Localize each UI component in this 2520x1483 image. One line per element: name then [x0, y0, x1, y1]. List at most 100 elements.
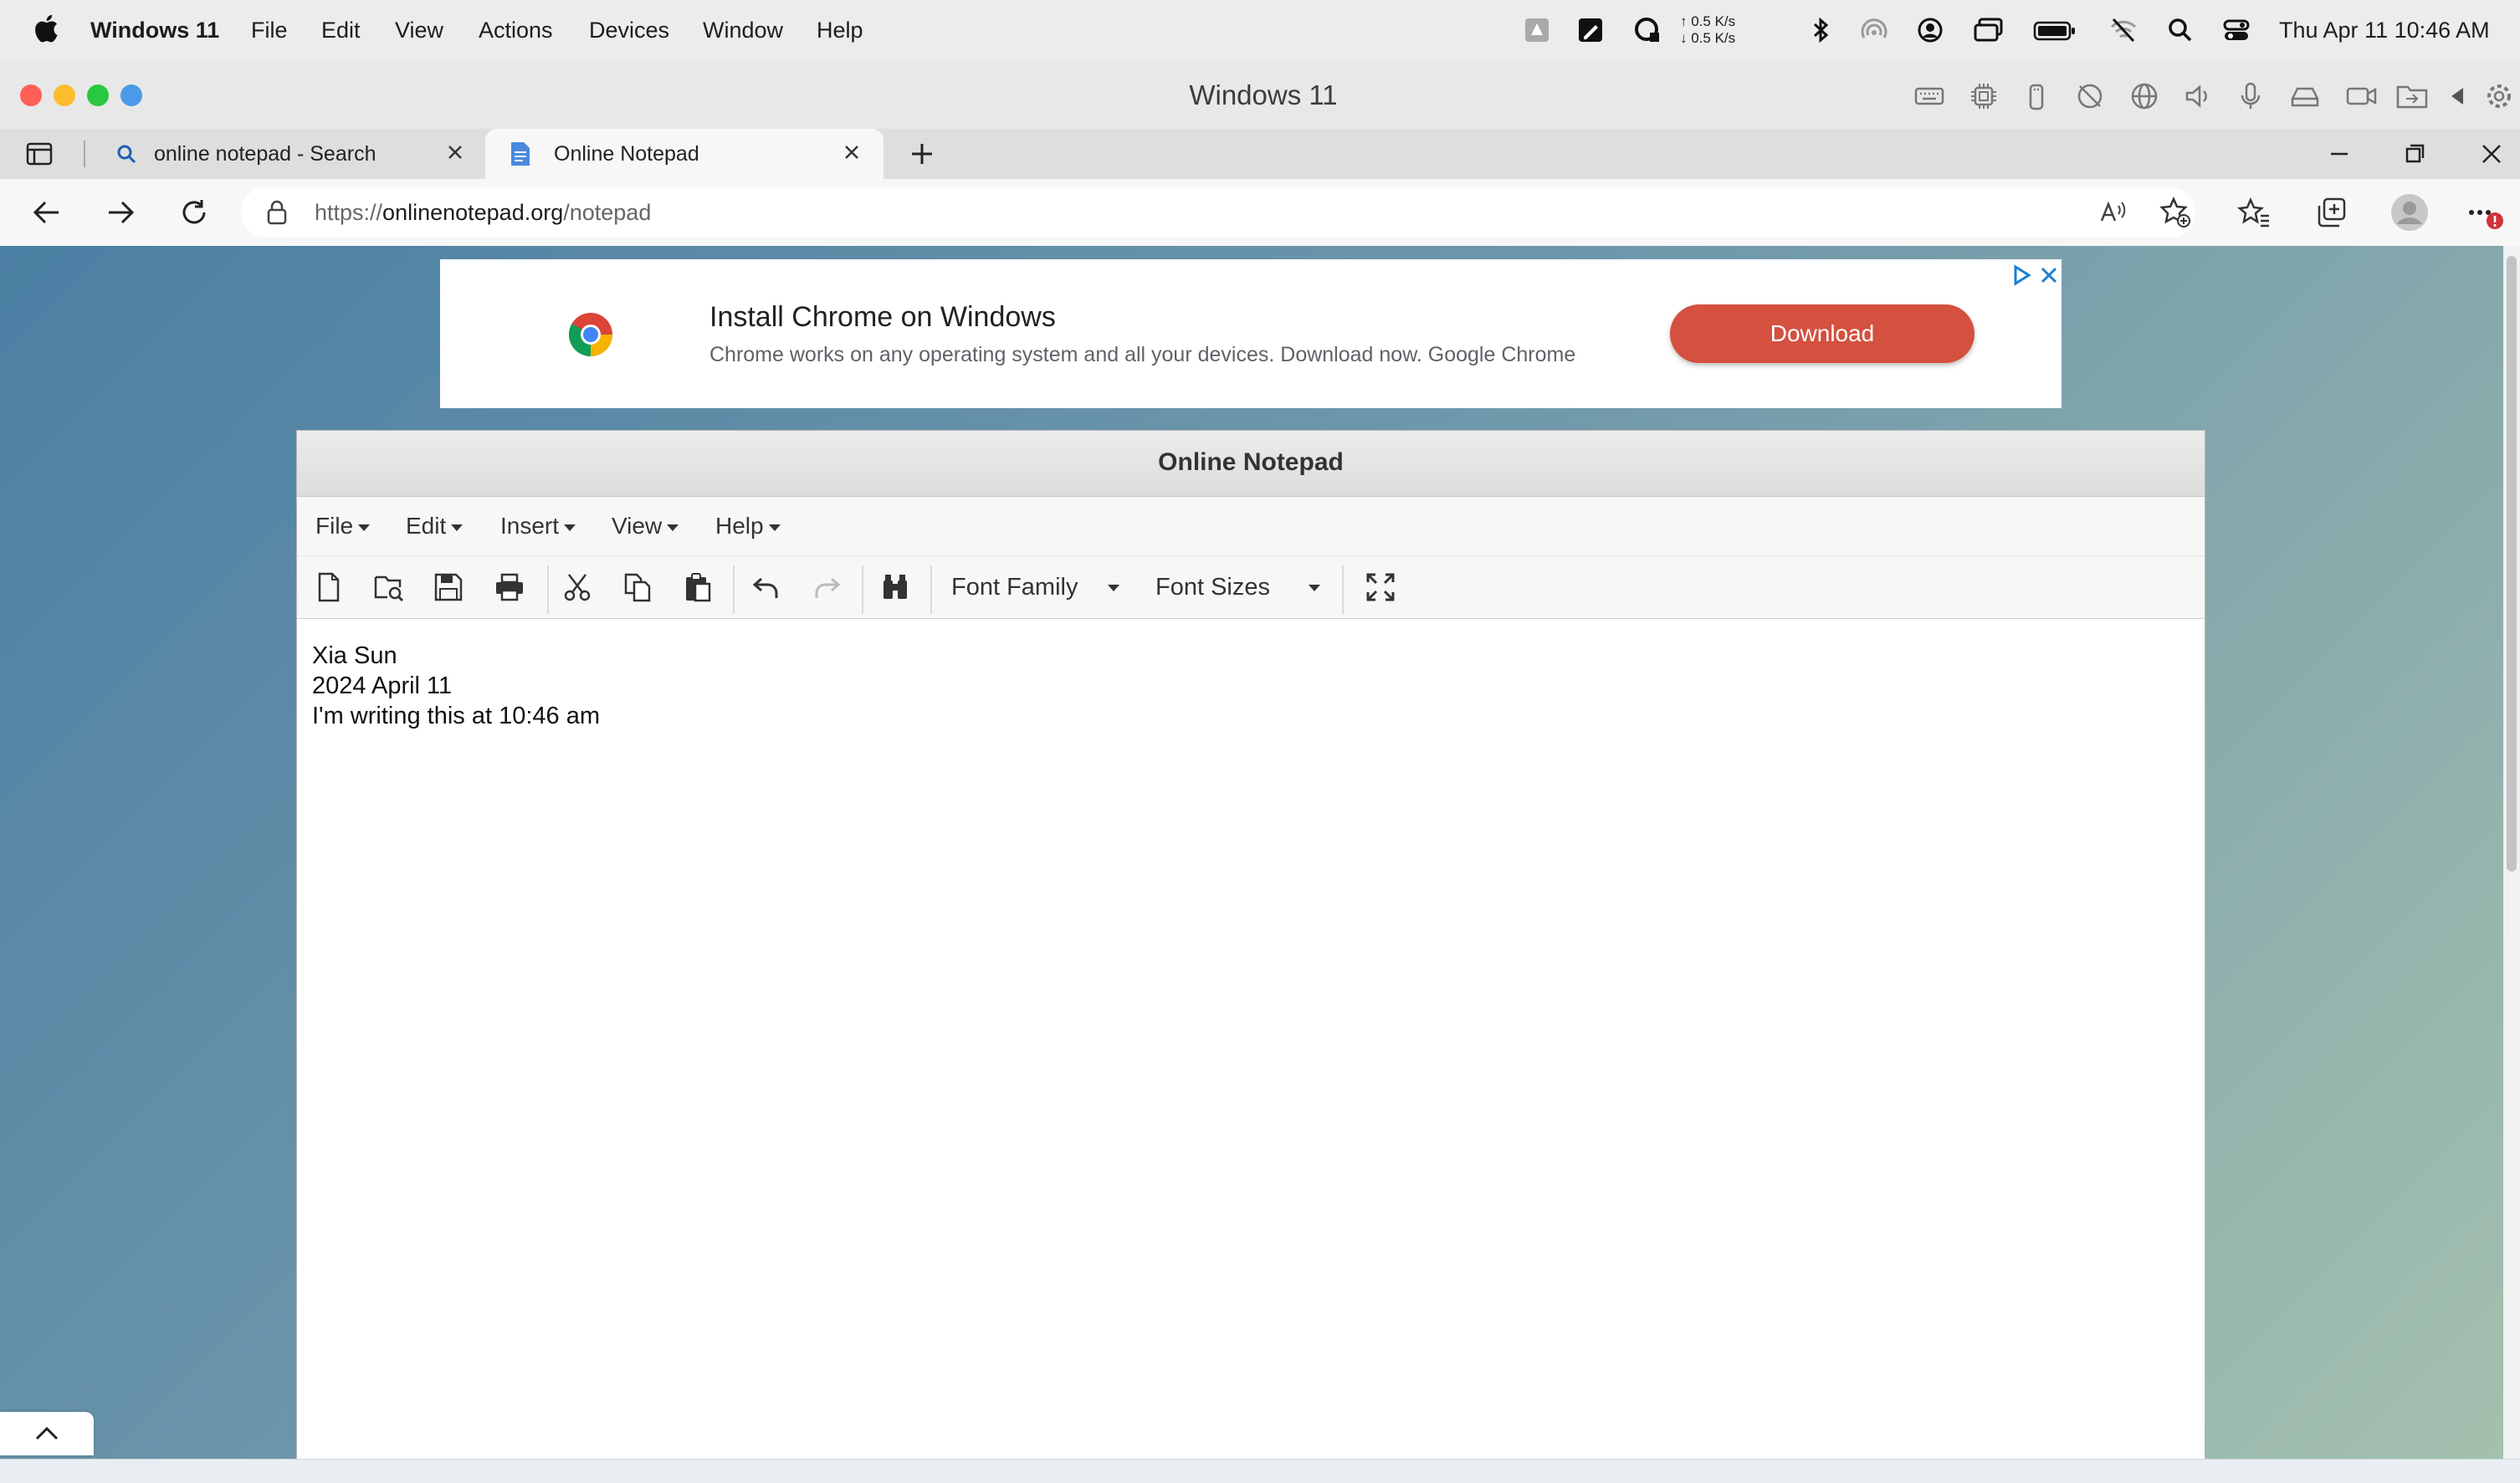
ad-close-icon[interactable]: [2038, 264, 2060, 286]
open-file-icon[interactable]: [373, 572, 405, 602]
net-down: 0.5 K/s: [1691, 30, 1736, 46]
back-icon[interactable]: [30, 197, 64, 228]
mac-menu-file[interactable]: File: [251, 15, 288, 45]
new-document-icon[interactable]: [315, 572, 343, 602]
toolbar-divider: [930, 565, 932, 614]
font-sizes-select[interactable]: Font Sizes: [1155, 572, 1320, 602]
camera-off-icon[interactable]: [2075, 82, 2105, 110]
notepad-menu-edit[interactable]: Edit: [406, 512, 464, 540]
battery-icon[interactable]: [2033, 16, 2077, 44]
url-host: onlinenotepad.org: [382, 200, 564, 225]
microphone-icon[interactable]: [2239, 82, 2262, 110]
lock-app-icon[interactable]: [1633, 16, 1662, 44]
more-menu-icon[interactable]: [2466, 197, 2505, 236]
chevron-down-icon: [1309, 585, 1320, 592]
url-scheme: https://: [315, 200, 383, 225]
profile-avatar-icon[interactable]: [2389, 192, 2430, 233]
notepad-menu-help[interactable]: Help: [715, 512, 781, 540]
keyboard-icon[interactable]: [1914, 82, 1944, 110]
close-tab-icon[interactable]: [840, 141, 863, 164]
drive-icon[interactable]: [1523, 16, 1551, 44]
editor-line[interactable]: Xia Sun: [312, 641, 397, 671]
notepad-title: Online Notepad: [1158, 448, 1344, 476]
save-icon[interactable]: [433, 572, 464, 602]
tab-online-notepad-search[interactable]: online notepad - Search: [100, 129, 479, 179]
new-tab-icon[interactable]: [909, 141, 935, 167]
scrollbar-thumb[interactable]: [2507, 256, 2517, 872]
tab-label: online notepad - Search: [154, 142, 376, 166]
cpu-icon[interactable]: [1969, 82, 1998, 110]
collections-icon[interactable]: [2314, 196, 2348, 229]
font-sizes-label: Font Sizes: [1155, 574, 1270, 601]
airdrop-icon[interactable]: [1859, 16, 1889, 44]
add-favorite-icon[interactable]: [2159, 196, 2192, 229]
ad-download-button[interactable]: Download: [1670, 304, 1975, 363]
close-tab-icon[interactable]: [443, 141, 467, 164]
url-text[interactable]: https://onlinenotepad.org/notepad: [315, 199, 651, 226]
collapse-arrow-icon[interactable]: [2448, 82, 2466, 110]
read-aloud-icon[interactable]: [2098, 197, 2128, 228]
window-fullscreen-button[interactable]: [120, 84, 142, 106]
mac-menu-actions[interactable]: Actions: [479, 15, 553, 45]
search-icon: [115, 143, 137, 165]
scroll-to-top-button[interactable]: [0, 1412, 94, 1455]
menubar-clock[interactable]: Thu Apr 11 10:46 AM: [2279, 15, 2490, 45]
mac-menu-bar: Windows 11 File Edit View Actions Device…: [0, 0, 2520, 62]
globe-icon[interactable]: [2130, 82, 2159, 110]
ad-title[interactable]: Install Chrome on Windows: [709, 299, 1056, 335]
fullscreen-icon[interactable]: [1365, 572, 1396, 602]
mac-menu-devices[interactable]: Devices: [589, 15, 669, 45]
window-close-button[interactable]: [20, 84, 42, 106]
editor-line[interactable]: I'm writing this at 10:46 am: [312, 701, 600, 731]
tab-actions-icon[interactable]: [25, 141, 54, 167]
font-family-select[interactable]: Font Family: [951, 572, 1120, 602]
speaker-icon[interactable]: [2184, 82, 2212, 110]
wifi-off-icon[interactable]: [2108, 16, 2138, 44]
apple-icon[interactable]: [33, 13, 59, 43]
print-icon[interactable]: [494, 572, 525, 602]
control-center-icon[interactable]: [2222, 16, 2251, 44]
notepad-menu-insert[interactable]: Insert: [500, 512, 576, 540]
lock-icon[interactable]: [266, 199, 288, 226]
refresh-icon[interactable]: [177, 196, 211, 229]
notepad-menu-view[interactable]: View: [612, 512, 679, 540]
network-speed: ↑ 0.5 K/s ↓ 0.5 K/s: [1680, 13, 1736, 46]
undo-icon[interactable]: [751, 572, 781, 602]
cut-icon[interactable]: [562, 572, 592, 602]
notepad-editor[interactable]: [297, 619, 2205, 1459]
window-zoom-button[interactable]: [87, 84, 109, 106]
edit-tool-icon[interactable]: [1576, 16, 1605, 44]
paste-icon[interactable]: [683, 572, 713, 602]
forward-icon[interactable]: [104, 197, 137, 228]
spotlight-search-icon[interactable]: [2167, 16, 2194, 44]
hard-drive-icon[interactable]: [2289, 82, 2321, 110]
menu-label: Edit: [406, 513, 447, 539]
usb-icon[interactable]: [2025, 82, 2048, 110]
screens-icon[interactable]: [1973, 16, 2005, 44]
tab-online-notepad[interactable]: Online Notepad: [485, 129, 884, 179]
toolbar-divider: [547, 565, 549, 614]
favorites-icon[interactable]: [2237, 196, 2271, 229]
settings-gear-icon[interactable]: [2485, 82, 2513, 110]
mac-menu-window[interactable]: Window: [703, 15, 783, 45]
chrome-logo-icon: [567, 311, 614, 358]
redo-icon[interactable]: [812, 572, 842, 602]
ad-choices-icon[interactable]: [2011, 264, 2033, 286]
browser-minimize-icon[interactable]: [2326, 141, 2353, 167]
ad-subtitle[interactable]: Chrome works on any operating system and…: [709, 341, 1575, 368]
shared-folder-icon[interactable]: [2396, 82, 2428, 110]
find-binoculars-icon[interactable]: [880, 572, 910, 602]
mac-menu-help[interactable]: Help: [817, 15, 863, 45]
browser-close-icon[interactable]: [2478, 141, 2505, 167]
notepad-menu-file[interactable]: File: [315, 512, 371, 540]
editor-line[interactable]: 2024 April 11: [312, 671, 452, 701]
window-minimize-button[interactable]: [54, 84, 75, 106]
mac-menu-edit[interactable]: Edit: [321, 15, 361, 45]
browser-restore-icon[interactable]: [2401, 141, 2428, 167]
video-camera-icon[interactable]: [2346, 82, 2378, 110]
copy-icon[interactable]: [622, 572, 653, 602]
mac-menu-view[interactable]: View: [395, 15, 443, 45]
app-name-menu[interactable]: Windows 11: [90, 15, 219, 45]
user-account-icon[interactable]: [1916, 16, 1944, 44]
bluetooth-icon[interactable]: [1811, 16, 1832, 44]
